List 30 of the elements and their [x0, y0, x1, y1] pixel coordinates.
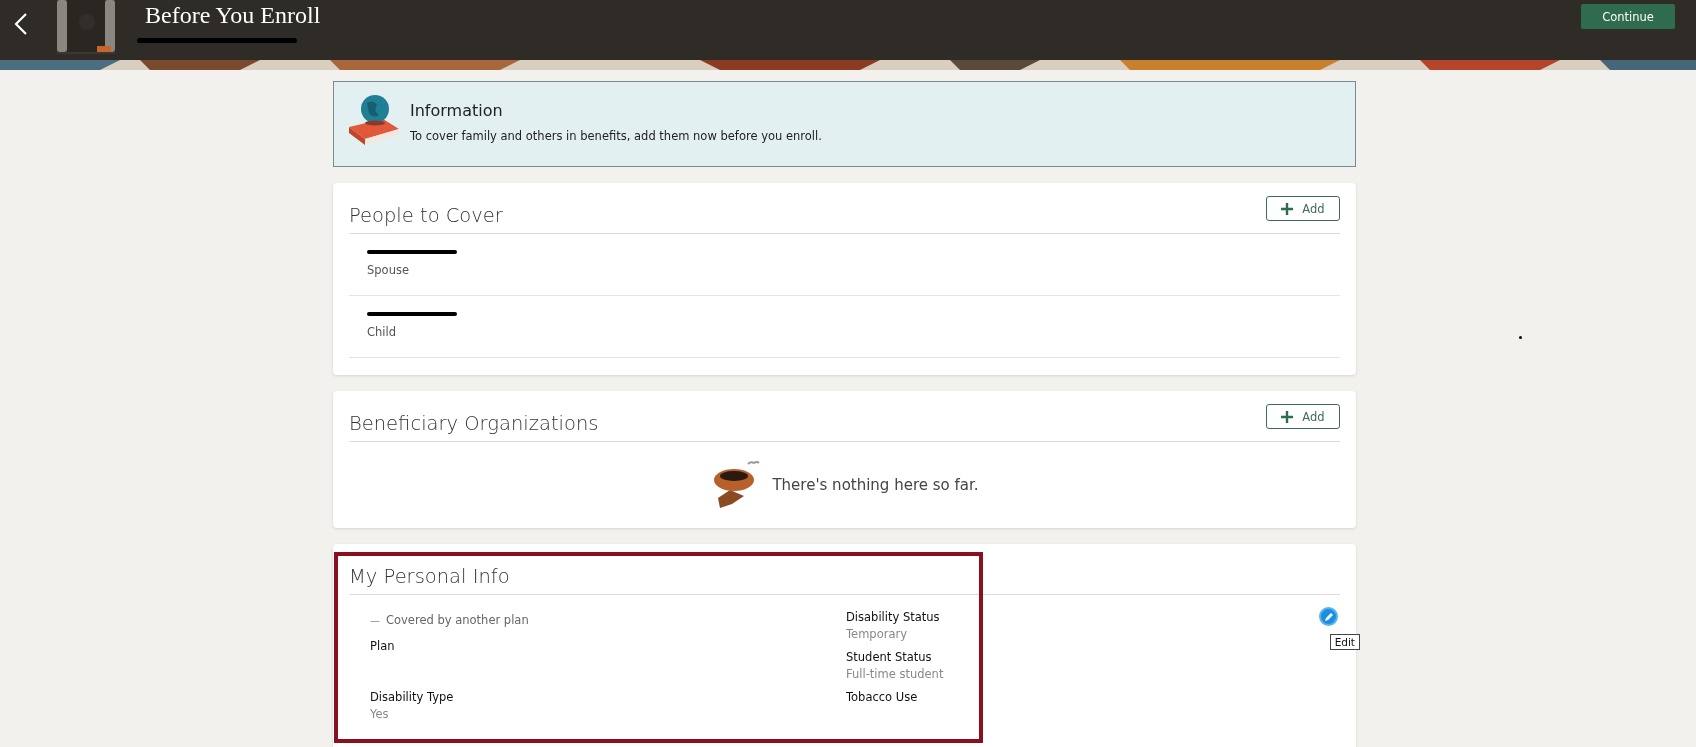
edit-button[interactable] [1319, 607, 1338, 626]
field-value: Yes [370, 707, 390, 721]
plus-icon [1281, 410, 1294, 423]
continue-button[interactable]: Continue [1581, 4, 1675, 29]
information-title: Information [410, 101, 504, 120]
section-title: Beneficiary Organizations [349, 411, 599, 435]
relationship-text: Child [367, 325, 397, 339]
field-value: Full-time student [846, 667, 945, 681]
page-title: Before You Enroll [145, 1, 321, 29]
information-message: To cover family and others in benefits, add them now before you enroll. [410, 129, 822, 143]
pencil-icon [1323, 611, 1334, 622]
field-label: Disability Type [370, 690, 455, 704]
field-label: Plan [370, 639, 396, 653]
add-button[interactable]: Add [1266, 404, 1340, 429]
section-title: People to Cover [349, 203, 503, 227]
book-globe-icon [347, 93, 401, 147]
field-label: Covered by another plan [386, 613, 529, 627]
section-title: My Personal Info [349, 564, 510, 588]
plus-icon [1281, 202, 1294, 215]
tooltip: Edit [1329, 634, 1360, 650]
add-button[interactable]: Add [1266, 196, 1340, 221]
field-label: Tobacco Use [846, 690, 919, 704]
field-label: Disability Status [846, 610, 941, 624]
stray-dot [1519, 336, 1522, 339]
relationship-text: Spouse [367, 263, 410, 277]
back-icon [14, 12, 28, 36]
field-label: Student Status [846, 650, 933, 664]
field-value: Temporary [846, 627, 908, 641]
empty-message: There's nothing here so far. [772, 476, 979, 494]
dash-marker: — [370, 614, 380, 626]
